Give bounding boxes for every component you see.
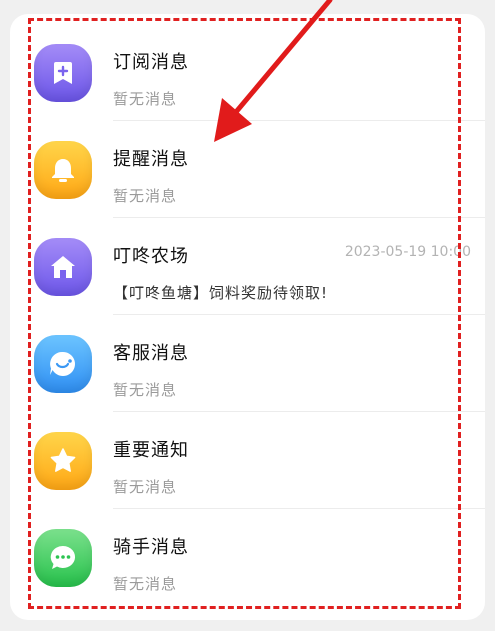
message-title: 提醒消息 bbox=[113, 149, 189, 170]
bookmark-plus-icon bbox=[54, 62, 72, 84]
message-title: 叮咚农场 bbox=[113, 246, 189, 267]
message-title: 客服消息 bbox=[113, 343, 189, 364]
message-row-reminder[interactable]: 提醒消息 暂无消息 bbox=[10, 121, 485, 218]
message-dots-icon bbox=[50, 545, 76, 569]
reminder-icon-badge bbox=[34, 141, 92, 199]
message-row-farm[interactable]: 叮咚农场 2023-05-19 10:00 【叮咚鱼塘】饲料奖励待领取! bbox=[10, 218, 485, 315]
message-row-subscription[interactable]: 订阅消息 暂无消息 bbox=[10, 24, 485, 121]
message-list-card: 订阅消息 暂无消息 提醒消息 暂无消息 叮咚农场 2023-05-19 10:0… bbox=[10, 14, 485, 620]
message-list: 订阅消息 暂无消息 提醒消息 暂无消息 叮咚农场 2023-05-19 10:0… bbox=[10, 24, 485, 606]
bell-icon bbox=[52, 159, 74, 182]
subscription-icon-badge bbox=[34, 44, 92, 102]
message-row-customer-service[interactable]: 客服消息 暂无消息 bbox=[10, 315, 485, 412]
message-title: 重要通知 bbox=[113, 440, 189, 461]
customer-service-icon-badge bbox=[34, 335, 92, 393]
message-title: 骑手消息 bbox=[113, 537, 189, 558]
message-title: 订阅消息 bbox=[113, 52, 189, 73]
chat-bubble-icon bbox=[50, 351, 75, 376]
important-notice-icon-badge bbox=[34, 432, 92, 490]
message-subtitle: 【叮咚鱼塘】饲料奖励待领取! bbox=[113, 284, 329, 302]
message-subtitle: 暂无消息 bbox=[113, 187, 178, 205]
message-subtitle: 暂无消息 bbox=[113, 381, 178, 399]
message-subtitle: 暂无消息 bbox=[113, 90, 178, 108]
star-icon bbox=[50, 448, 76, 472]
farm-icon-badge bbox=[34, 238, 92, 296]
message-row-rider[interactable]: 骑手消息 暂无消息 bbox=[10, 509, 485, 606]
message-subtitle: 暂无消息 bbox=[113, 478, 178, 496]
message-subtitle: 暂无消息 bbox=[113, 575, 178, 593]
rider-icon-badge bbox=[34, 529, 92, 587]
message-row-important-notice[interactable]: 重要通知 暂无消息 bbox=[10, 412, 485, 509]
message-time: 2023-05-19 10:00 bbox=[344, 244, 471, 260]
house-icon bbox=[51, 256, 75, 278]
